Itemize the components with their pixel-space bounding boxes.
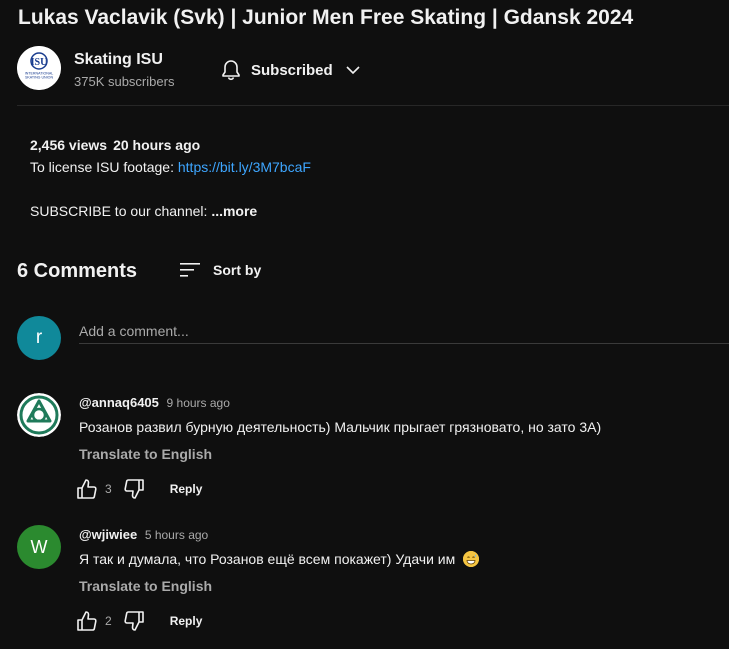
subscribe-text: SUBSCRIBE to our channel:	[30, 203, 208, 219]
comment-time[interactable]: 5 hours ago	[145, 528, 208, 542]
isu-logo-icon[interactable]: ISU INTERNATIONAL SKATING UNION	[17, 46, 61, 90]
comment-author[interactable]: @annaq6405	[79, 395, 159, 410]
thumbs-down-icon[interactable]	[122, 610, 146, 632]
translate-button[interactable]: Translate to English	[79, 446, 212, 462]
svg-text:ISU: ISU	[31, 57, 48, 68]
comment-actions: 3 Reply	[75, 478, 202, 500]
comment-author[interactable]: @wjiwiee	[79, 527, 137, 542]
avatar[interactable]	[17, 393, 61, 437]
video-description[interactable]: 2,456 views 20 hours ago To license ISU f…	[30, 134, 311, 222]
reply-button[interactable]: Reply	[170, 614, 203, 628]
video-title: Lukas Vaclavik (Svk) | Junior Men Free S…	[18, 6, 634, 29]
comment-header: @annaq6405 9 hours ago	[79, 395, 230, 410]
sort-icon	[180, 263, 200, 277]
license-line: To license ISU footage: https://bit.ly/3…	[30, 156, 311, 178]
bell-icon	[222, 60, 240, 81]
subscribe-line: SUBSCRIBE to our channel: ...more	[30, 200, 311, 222]
channel-name[interactable]: Skating ISU	[74, 51, 163, 69]
comment-item: @annaq6405 9 hours ago Розанов развил бу…	[17, 393, 729, 513]
description-meta: 2,456 views 20 hours ago	[30, 134, 311, 156]
like-count: 2	[105, 614, 112, 628]
reply-button[interactable]: Reply	[170, 482, 203, 496]
view-count: 2,456 views	[30, 137, 108, 153]
current-user-avatar[interactable]: r	[17, 316, 61, 360]
sort-by-label: Sort by	[213, 262, 262, 278]
sort-by-button[interactable]: Sort by	[180, 261, 261, 279]
channel-row: ISU INTERNATIONAL SKATING UNION Skating …	[17, 46, 729, 92]
comment-text: Я так и думала, что Розанов ещё всем пок…	[79, 551, 456, 567]
thumbs-up-icon[interactable]	[75, 610, 99, 632]
divider	[17, 105, 729, 106]
subscriber-count: 375K subscribers	[74, 74, 175, 89]
comments-header: 6 Comments Sort by	[17, 260, 729, 290]
video-watch-page: Lukas Vaclavik (Svk) | Junior Men Free S…	[0, 0, 729, 649]
comment-time[interactable]: 9 hours ago	[167, 396, 230, 410]
comment-text: Розанов развил бурную деятельность) Маль…	[79, 419, 602, 435]
license-label: To license ISU footage:	[30, 159, 174, 175]
comments-count: 6 Comments	[17, 260, 138, 282]
translate-button[interactable]: Translate to English	[79, 578, 212, 594]
celtic-knot-avatar-icon	[17, 393, 61, 437]
license-link[interactable]: https://bit.ly/3M7bcaF	[178, 159, 311, 175]
grinning-sweat-emoji-icon	[463, 551, 480, 567]
logo-line-2: SKATING UNION	[25, 76, 53, 80]
chevron-down-icon	[346, 66, 360, 75]
thumbs-down-icon[interactable]	[122, 478, 146, 500]
thumbs-up-icon[interactable]	[75, 478, 99, 500]
comment-item: W @wjiwiee 5 hours ago Я так и думала, ч…	[17, 525, 729, 645]
upload-age: 20 hours ago	[113, 137, 201, 153]
add-comment-row: r	[17, 316, 729, 362]
subscribed-label: Subscribed	[251, 61, 333, 79]
add-comment-input[interactable]	[79, 319, 729, 344]
comment-text-row: Я так и думала, что Розанов ещё всем пок…	[79, 551, 480, 567]
comment-header: @wjiwiee 5 hours ago	[79, 527, 208, 542]
avatar[interactable]: W	[17, 525, 61, 569]
subscribed-button[interactable]: Subscribed	[219, 56, 361, 84]
show-more-button[interactable]: ...more	[211, 203, 257, 219]
comment-actions: 2 Reply	[75, 610, 202, 632]
like-count: 3	[105, 482, 112, 496]
